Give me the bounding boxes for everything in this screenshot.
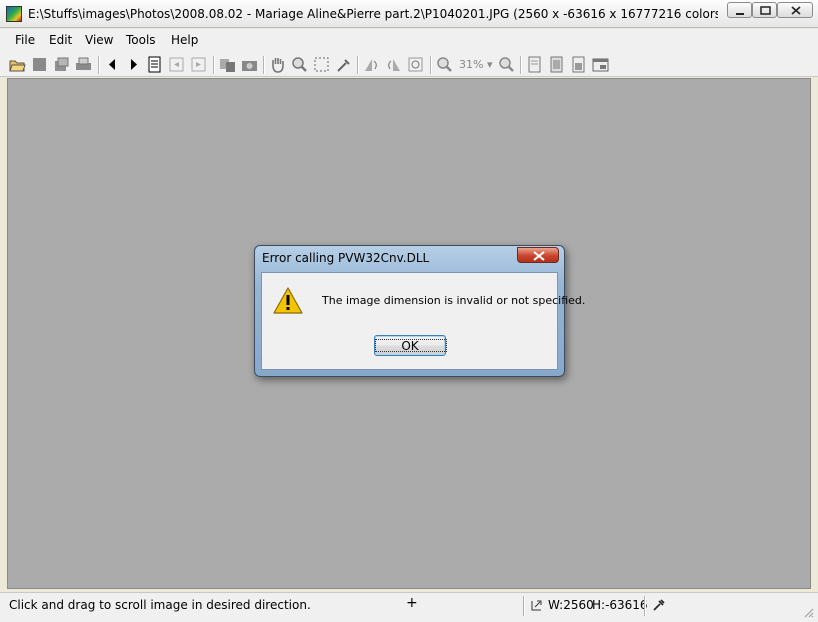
minimize-button[interactable] [727, 2, 752, 18]
capture-icon[interactable] [241, 56, 258, 73]
open-folder-icon[interactable] [9, 56, 26, 73]
status-bar: Click and drag to scroll image in desire… [0, 592, 818, 622]
menu-file[interactable]: File [13, 33, 37, 47]
zoom-in-icon[interactable] [498, 56, 515, 73]
status-separator [644, 596, 646, 616]
dimensions-icon [531, 600, 542, 611]
full-screen-icon[interactable] [592, 56, 609, 73]
title-bar: E:\Stuffs\images\Photos\2008.08.02 - Mar… [0, 0, 818, 28]
status-message: Click and drag to scroll image in desire… [9, 598, 311, 612]
toolbar: 31% ▾ [0, 53, 818, 77]
effects-icon[interactable] [407, 56, 424, 73]
rotate-right-icon[interactable] [385, 56, 402, 73]
maximize-button[interactable] [752, 2, 777, 18]
menu-edit[interactable]: Edit [47, 33, 74, 47]
dialog-close-button[interactable] [517, 247, 559, 263]
menu-tools[interactable]: Tools [124, 33, 158, 47]
close-button[interactable] [777, 2, 813, 18]
close-icon [791, 6, 801, 15]
eyedropper-icon[interactable] [335, 56, 352, 73]
ok-button[interactable]: OK [374, 335, 447, 356]
dialog-title: Error calling PVW32Cnv.DLL [262, 251, 430, 265]
resize-grip-icon[interactable] [802, 606, 814, 618]
image-height: H:-63616 [592, 598, 648, 612]
properties-icon[interactable] [53, 56, 70, 73]
maximize-icon [760, 6, 771, 15]
minimize-icon [736, 13, 744, 15]
dialog-body: The image dimension is invalid or not sp… [261, 272, 585, 370]
toolbar-separator [430, 56, 432, 74]
image-width: W:2560 [548, 598, 594, 612]
select-rectangle-icon[interactable] [313, 56, 330, 73]
zoom-icon[interactable] [291, 56, 308, 73]
window-title: E:\Stuffs\images\Photos\2008.08.02 - Mar… [28, 7, 718, 21]
app-icon[interactable] [6, 6, 22, 22]
hand-icon[interactable] [269, 56, 286, 73]
ok-label: OK [401, 339, 419, 353]
status-separator [523, 596, 525, 616]
fit-width-icon[interactable] [548, 56, 565, 73]
eyedropper-icon [653, 599, 665, 611]
zoom-level-dropdown[interactable]: 31% ▾ [459, 58, 492, 71]
menu-help[interactable]: Help [169, 33, 200, 47]
warning-icon [273, 287, 303, 314]
toolbar-separator [213, 56, 215, 74]
previous-icon[interactable] [104, 56, 121, 73]
next-icon[interactable] [125, 56, 142, 73]
actual-size-icon[interactable] [570, 56, 587, 73]
print-icon[interactable] [75, 56, 92, 73]
last-page-icon[interactable] [190, 56, 207, 73]
copy-icon[interactable] [219, 56, 236, 73]
page-icon[interactable] [146, 56, 163, 73]
close-icon [533, 251, 545, 261]
fit-page-icon[interactable] [526, 56, 543, 73]
save-icon[interactable] [31, 56, 48, 73]
zoom-out-icon[interactable] [436, 56, 453, 73]
move-cursor-icon: + [406, 595, 418, 611]
toolbar-separator [98, 56, 100, 74]
toolbar-separator [263, 56, 265, 74]
toolbar-separator [357, 56, 359, 74]
zoom-value: 31% [459, 58, 484, 71]
dialog-message: The image dimension is invalid or not sp… [322, 294, 586, 307]
first-page-icon[interactable] [168, 56, 185, 73]
menu-view[interactable]: View [83, 33, 115, 47]
error-dialog: Error calling PVW32Cnv.DLL The image dim… [254, 245, 585, 377]
menu-bar: File Edit View Tools Help [0, 29, 818, 53]
rotate-left-icon[interactable] [363, 56, 380, 73]
toolbar-separator [520, 56, 522, 74]
